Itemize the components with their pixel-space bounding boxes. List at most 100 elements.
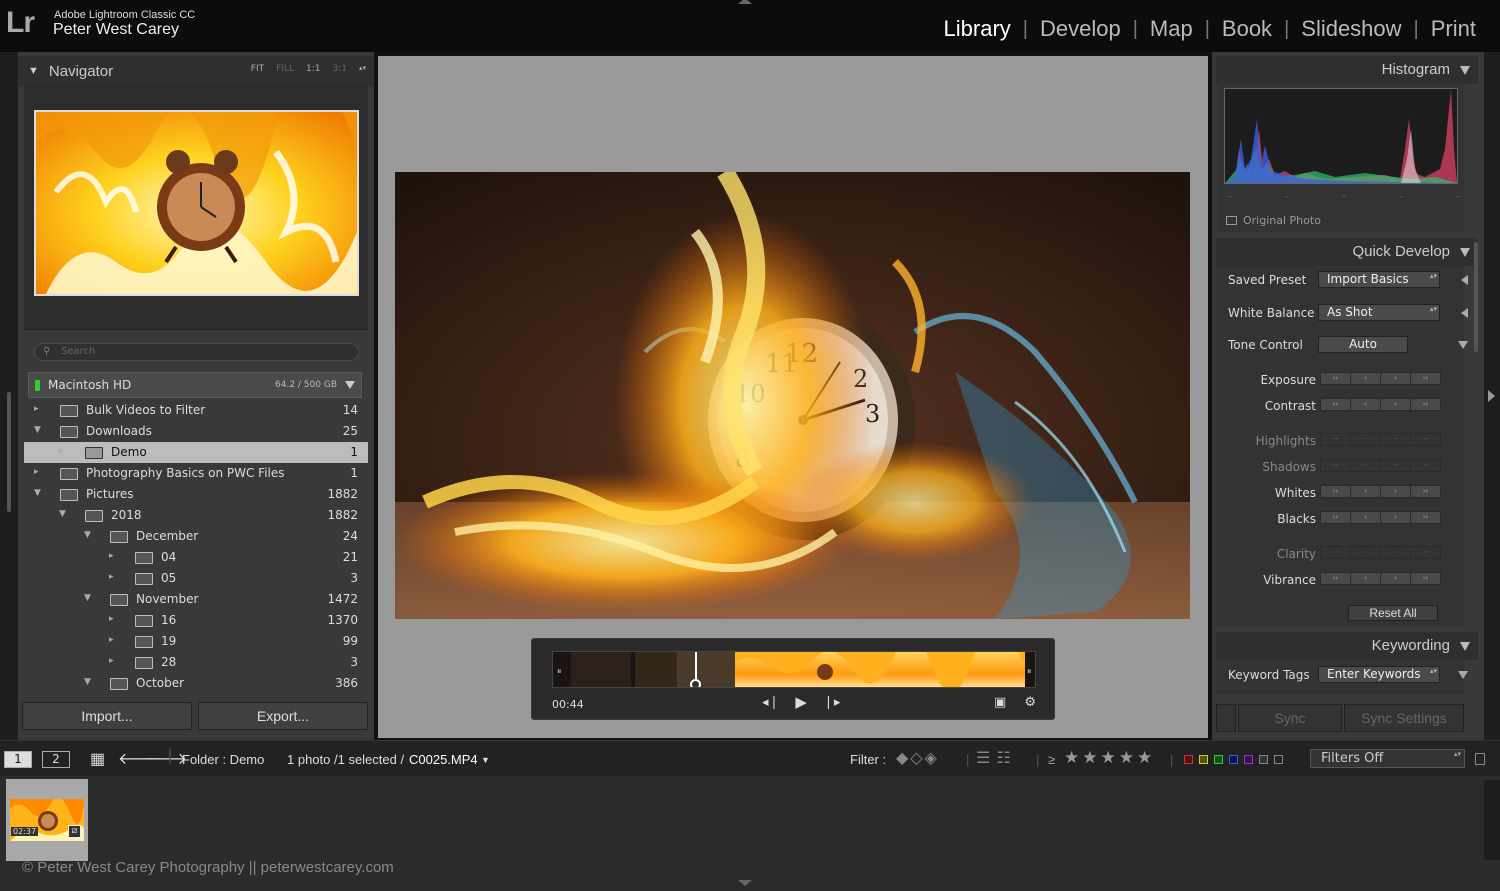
folder-row[interactable]: ▸1999	[24, 631, 368, 652]
decrease-large-button[interactable]: ‹‹	[1320, 485, 1351, 498]
collapse-filmstrip-icon[interactable]	[738, 880, 752, 886]
edit-badge-icon[interactable]: ⧄	[68, 825, 81, 838]
white-balance-select[interactable]: As Shot	[1318, 304, 1440, 321]
expanded-triangle-icon[interactable]: ▼	[84, 677, 91, 687]
folder-row[interactable]: ▸Bulk Videos to Filter14	[24, 400, 368, 421]
right-panel-toggle-strip[interactable]	[1484, 52, 1500, 740]
volume-collapse-icon[interactable]	[345, 381, 355, 389]
increase-large-button[interactable]: ››	[1410, 433, 1441, 446]
video-frame-strip[interactable]: ⏸ ⏸	[552, 651, 1036, 688]
decrease-small-button[interactable]: ‹	[1350, 398, 1381, 411]
disclosure-left-icon[interactable]	[1461, 275, 1468, 285]
increase-small-button[interactable]: ›	[1380, 511, 1411, 524]
secondary-window-button[interactable]: 2	[42, 751, 70, 768]
original-photo-checkbox[interactable]: Original Photo	[1226, 214, 1321, 227]
increase-small-button[interactable]: ›	[1380, 459, 1411, 472]
module-print[interactable]: Print	[1431, 16, 1476, 42]
decrease-large-button[interactable]: ‹‹	[1320, 511, 1351, 524]
checkbox-icon[interactable]	[1226, 216, 1237, 225]
edit-filter-icons[interactable]: ☰☷	[976, 748, 1017, 768]
no-label-icon[interactable]	[1274, 755, 1283, 764]
yellow-label-icon[interactable]	[1199, 755, 1208, 764]
left-panel-toggle-strip[interactable]	[0, 52, 18, 740]
folder-source[interactable]: Folder : Demo	[182, 752, 264, 767]
filename-dropdown-icon[interactable]: ▼	[481, 755, 490, 765]
saved-preset-select[interactable]: Import Basics	[1318, 271, 1440, 288]
increase-large-button[interactable]: ››	[1410, 485, 1441, 498]
custom-label-icon[interactable]	[1259, 755, 1268, 764]
collapsed-triangle-icon[interactable]: ▸	[59, 446, 64, 456]
collapsed-triangle-icon[interactable]: ▸	[34, 404, 39, 414]
quick-develop-header[interactable]: Quick Develop	[1216, 238, 1478, 266]
star-rating-filter-icon[interactable]: ★★★★★	[1064, 748, 1155, 768]
module-book[interactable]: Book	[1222, 16, 1272, 42]
collapsed-triangle-icon[interactable]: ▸	[109, 656, 114, 666]
collapse-triangle-icon[interactable]	[1460, 66, 1470, 75]
folder-search-input[interactable]: ⚲ Search	[34, 343, 359, 361]
expanded-triangle-icon[interactable]: ▼	[34, 425, 41, 435]
green-label-icon[interactable]	[1214, 755, 1223, 764]
sync-toggle-switch[interactable]	[1216, 704, 1236, 732]
sync-button[interactable]: Sync	[1238, 704, 1342, 732]
keywording-header[interactable]: Keywording	[1216, 632, 1478, 660]
decrease-large-button[interactable]: ‹‹	[1320, 372, 1351, 385]
module-develop[interactable]: Develop	[1040, 16, 1121, 42]
sync-settings-button[interactable]: Sync Settings	[1344, 704, 1464, 732]
increase-large-button[interactable]: ››	[1410, 572, 1441, 585]
decrease-large-button[interactable]: ‹‹	[1320, 546, 1351, 559]
disclosure-left-icon[interactable]	[1461, 308, 1468, 318]
blue-label-icon[interactable]	[1229, 755, 1238, 764]
increase-large-button[interactable]: ››	[1410, 546, 1441, 559]
collapse-top-panel-icon[interactable]	[738, 0, 752, 4]
filter-lock-icon[interactable]	[1475, 753, 1485, 765]
folder-row[interactable]: ▸0421	[24, 547, 368, 568]
increase-small-button[interactable]: ›	[1380, 372, 1411, 385]
video-settings-gear-icon[interactable]: ⚙	[1024, 695, 1036, 710]
expanded-triangle-icon[interactable]: ▼	[34, 488, 41, 498]
flag-filter-icons[interactable]: ◆◇◈	[896, 748, 939, 768]
import-button[interactable]: Import...	[22, 702, 192, 730]
decrease-large-button[interactable]: ‹‹	[1320, 572, 1351, 585]
volume-macintosh-hd[interactable]: Macintosh HD 64.2 / 500 GB	[28, 372, 362, 398]
disclosure-down-icon[interactable]	[1458, 671, 1468, 679]
next-frame-icon[interactable]: ❘▸	[823, 695, 840, 711]
previous-frame-icon[interactable]: ◂❘	[762, 695, 779, 711]
purple-label-icon[interactable]	[1244, 755, 1253, 764]
folder-row[interactable]: ▼Downloads25	[24, 421, 368, 442]
collapsed-triangle-icon[interactable]: ▸	[109, 614, 114, 624]
filter-preset-select[interactable]: Filters Off ▴▾	[1310, 749, 1465, 768]
left-scrollbar[interactable]	[7, 392, 11, 512]
expanded-triangle-icon[interactable]: ▼	[84, 593, 91, 603]
decrease-small-button[interactable]: ‹	[1350, 546, 1381, 559]
zoom-3-1[interactable]: 3:1	[332, 64, 346, 74]
main-video-frame[interactable]: 11 12 10 2 3 8	[395, 172, 1190, 619]
expanded-triangle-icon[interactable]: ▼	[84, 530, 91, 540]
disclosure-down-icon[interactable]	[1458, 341, 1468, 349]
export-button[interactable]: Export...	[198, 702, 368, 730]
selected-filename[interactable]: C0025.MP4	[409, 752, 478, 767]
folder-row[interactable]: ▸283	[24, 652, 368, 673]
decrease-large-button[interactable]: ‹‹	[1320, 398, 1351, 411]
folder-row[interactable]: ▼December24	[24, 526, 368, 547]
increase-small-button[interactable]: ›	[1380, 546, 1411, 559]
zoom-1-1[interactable]: 1:1	[306, 64, 320, 74]
collapsed-triangle-icon[interactable]: ▸	[109, 551, 114, 561]
collapsed-triangle-icon[interactable]: ▸	[34, 467, 39, 477]
increase-small-button[interactable]: ›	[1380, 485, 1411, 498]
module-library[interactable]: Library	[944, 16, 1011, 42]
module-slideshow[interactable]: Slideshow	[1301, 16, 1401, 42]
reset-all-button[interactable]: Reset All	[1348, 605, 1438, 621]
folder-row[interactable]: ▸053	[24, 568, 368, 589]
increase-small-button[interactable]: ›	[1380, 433, 1411, 446]
increase-small-button[interactable]: ›	[1380, 398, 1411, 411]
increase-large-button[interactable]: ››	[1410, 398, 1441, 411]
filmstrip-thumbnail[interactable]: 02:37 ⧄	[6, 779, 88, 861]
right-panel-scrollbar[interactable]	[1474, 242, 1478, 352]
module-map[interactable]: Map	[1150, 16, 1193, 42]
histogram-header[interactable]: Histogram	[1216, 56, 1478, 84]
decrease-large-button[interactable]: ‹‹	[1320, 459, 1351, 472]
decrease-small-button[interactable]: ‹	[1350, 433, 1381, 446]
folder-row[interactable]: ▸Demo1	[24, 442, 368, 463]
folder-row[interactable]: ▼20181882	[24, 505, 368, 526]
zoom-fit[interactable]: FIT	[251, 64, 264, 74]
